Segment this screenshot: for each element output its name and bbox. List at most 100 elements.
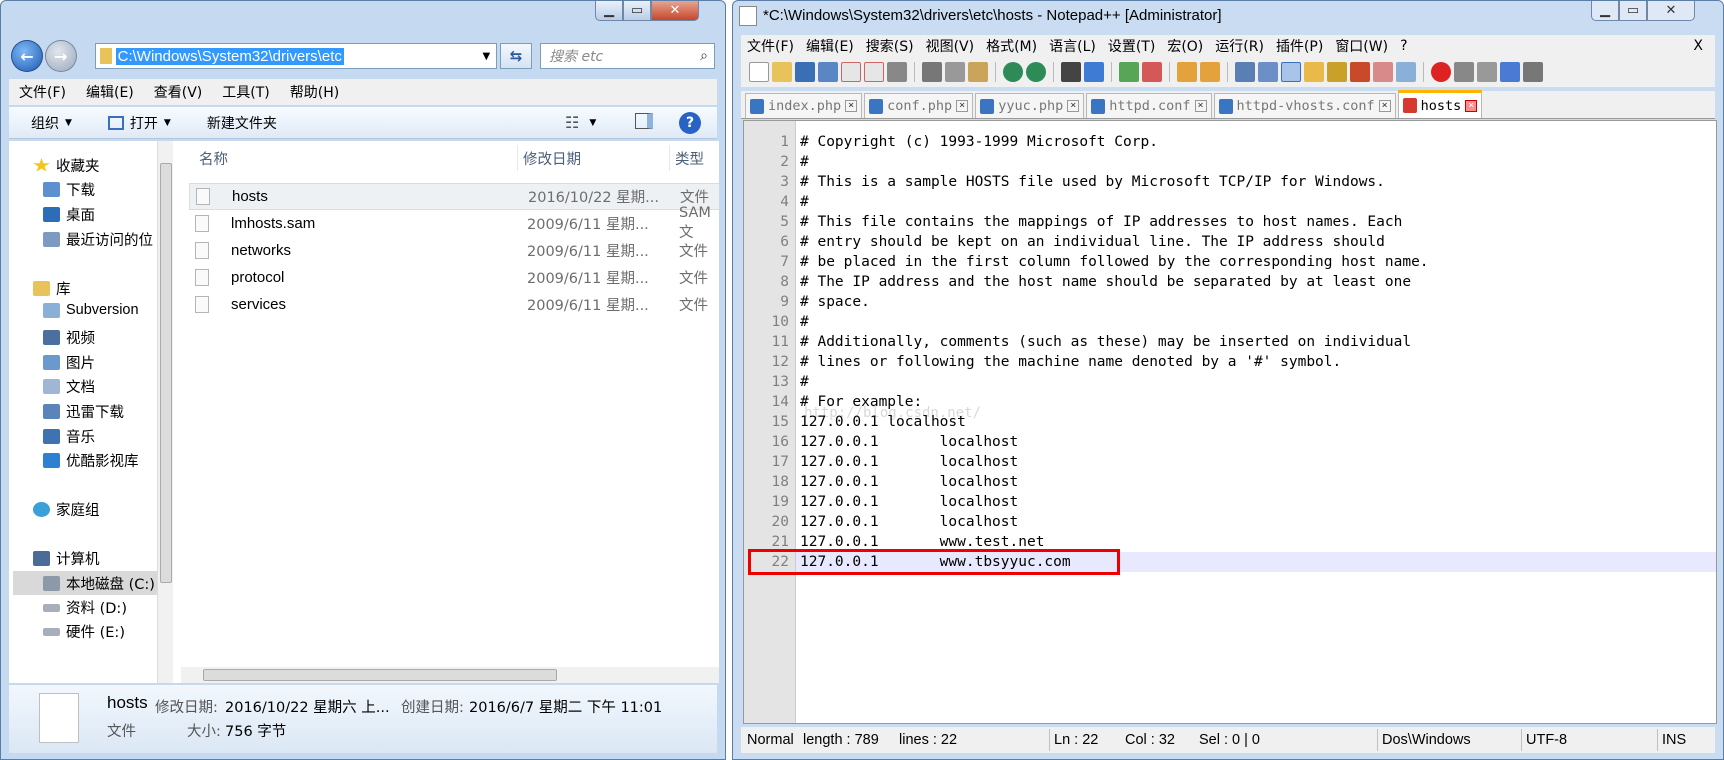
show-all-chars-icon[interactable] [1258,62,1278,82]
menu-view[interactable]: 查看(V) [144,82,213,102]
close-file-icon[interactable] [841,62,861,82]
organize-button[interactable]: 组织 ▼ [9,113,86,133]
code-line[interactable]: # [800,152,809,172]
indent-guide-icon[interactable] [1281,62,1301,82]
file-list-hscrollbar[interactable] [181,667,719,683]
zoom-out-icon[interactable] [1142,62,1162,82]
nav-favorites[interactable]: 收藏夹 [33,155,100,176]
file-row[interactable]: networks 2009/6/11 星期... 文件 [189,237,719,264]
nav-music[interactable]: 音乐 [43,426,95,447]
code-line[interactable]: # be placed in the first column followed… [800,252,1429,272]
file-row[interactable]: protocol 2009/6/11 星期... 文件 [189,264,719,291]
close-tab-icon[interactable]: × [1465,99,1478,112]
scroll-thumb[interactable] [203,669,557,681]
record-macro-icon[interactable] [1431,62,1451,82]
menu-view[interactable]: 视图(V) [920,36,981,56]
minimize-button[interactable]: ▁ [595,1,623,21]
code-line[interactable]: 127.0.0.1 localhost [800,512,1018,532]
menu-edit[interactable]: 编辑(E) [800,36,860,56]
paste-icon[interactable] [968,62,988,82]
close-tab-icon[interactable]: × [956,100,969,112]
nav-scrollbar[interactable] [157,141,173,683]
code-line[interactable]: # entry should be kept on an individual … [800,232,1385,252]
menu-macro[interactable]: 宏(O) [1161,36,1209,56]
nav-downloads[interactable]: 下载 [43,179,95,200]
copy-icon[interactable] [945,62,965,82]
address-bar[interactable]: C:\Windows\System32\drivers\etc ▼ [94,43,498,69]
code-line[interactable]: # [800,372,809,392]
sync-vertical-icon[interactable] [1177,62,1197,82]
help-button[interactable]: ? [679,112,701,134]
code-line[interactable]: # Copyright (c) 1993-1999 Microsoft Corp… [800,132,1158,152]
nav-recent[interactable]: 最近访问的位 [43,229,153,250]
function-list-icon[interactable] [1350,62,1370,82]
code-line[interactable]: # [800,312,809,332]
word-wrap-icon[interactable] [1235,62,1255,82]
code-line[interactable]: 127.0.0.1 localhost [800,472,1018,492]
nav-computer[interactable]: 计算机 [33,548,100,569]
search-icon[interactable]: ⌕ [700,48,708,64]
code-line[interactable]: # For example: [800,392,922,412]
menu-file[interactable]: 文件(F) [9,82,76,102]
nav-drive-e[interactable]: 硬件 (E:) [43,621,125,642]
save-macro-icon[interactable] [1523,62,1543,82]
sync-horizontal-icon[interactable] [1200,62,1220,82]
open-file-icon[interactable] [772,62,792,82]
view-options-button[interactable]: ☷ ▼ [565,113,596,132]
menu-format[interactable]: 格式(M) [980,36,1043,56]
tab-httpd-conf[interactable]: httpd.conf × [1086,93,1212,118]
menu-help[interactable]: ? [1394,38,1413,54]
code-line[interactable]: # lines or following the machine name de… [800,352,1341,372]
minimize-button[interactable]: ▁ [1591,1,1619,21]
code-line[interactable]: # The IP address and the host name shoul… [800,272,1411,292]
nav-youku[interactable]: 优酷影视库 [43,450,139,471]
stop-macro-icon[interactable] [1454,62,1474,82]
print-icon[interactable] [887,62,907,82]
back-button[interactable]: ← [11,40,43,72]
code-line[interactable]: 127.0.0.1 localhost [800,452,1018,472]
nav-documents[interactable]: 文档 [43,376,95,397]
column-type[interactable]: 类型 [675,141,704,175]
maximize-button[interactable]: ▭ [1619,1,1647,21]
tab-hosts[interactable]: hosts × [1397,90,1483,118]
replace-icon[interactable] [1084,62,1104,82]
cut-icon[interactable] [922,62,942,82]
nav-videos[interactable]: 视频 [43,327,95,348]
address-path[interactable]: C:\Windows\System32\drivers\etc [115,47,344,65]
save-icon[interactable] [795,62,815,82]
redo-icon[interactable] [1026,62,1046,82]
nav-xunlei[interactable]: 迅雷下载 [43,401,124,422]
open-button[interactable]: 打开 ▼ [86,113,185,133]
folder-workspace-icon[interactable] [1373,62,1393,82]
zoom-in-icon[interactable] [1119,62,1139,82]
tab-yyuc-php[interactable]: yyuc.php × [975,93,1085,118]
menu-edit[interactable]: 编辑(E) [76,82,144,102]
close-tab-icon[interactable]: × [845,100,858,112]
new-folder-button[interactable]: 新建文件夹 [185,113,291,133]
tab-conf-php[interactable]: conf.php × [864,93,974,118]
code-line[interactable]: # Additionally, comments (such as these)… [800,332,1411,352]
nav-homegroup[interactable]: 家庭组 [33,499,100,520]
find-icon[interactable] [1061,62,1081,82]
code-line[interactable]: 127.0.0.1 localhost [800,492,1018,512]
menu-tools[interactable]: 工具(T) [212,82,279,102]
close-all-icon[interactable] [864,62,884,82]
close-button[interactable]: ✕ [1647,1,1695,21]
tab-index-php[interactable]: index.php × [745,93,863,118]
code-line[interactable]: # This is a sample HOSTS file used by Mi… [800,172,1385,192]
code-line[interactable]: # This file contains the mappings of IP … [800,212,1402,232]
menu-file[interactable]: 文件(F) [741,36,800,56]
code-line[interactable]: 127.0.0.1 localhost [800,412,966,432]
close-tab-icon[interactable]: × [1378,100,1391,112]
code-line[interactable]: # [800,192,809,212]
file-row[interactable]: services 2009/6/11 星期... 文件 [189,291,719,318]
nav-desktop[interactable]: 桌面 [43,204,95,225]
forward-button[interactable]: → [44,40,77,72]
save-all-icon[interactable] [818,62,838,82]
search-input[interactable]: 搜索 etc ⌕ [540,43,715,69]
chevron-down-icon[interactable]: ▼ [482,51,490,62]
udl-icon[interactable] [1304,62,1324,82]
code-line[interactable]: # space. [800,292,870,312]
scroll-thumb[interactable] [160,163,172,583]
menu-help[interactable]: 帮助(H) [280,82,349,102]
